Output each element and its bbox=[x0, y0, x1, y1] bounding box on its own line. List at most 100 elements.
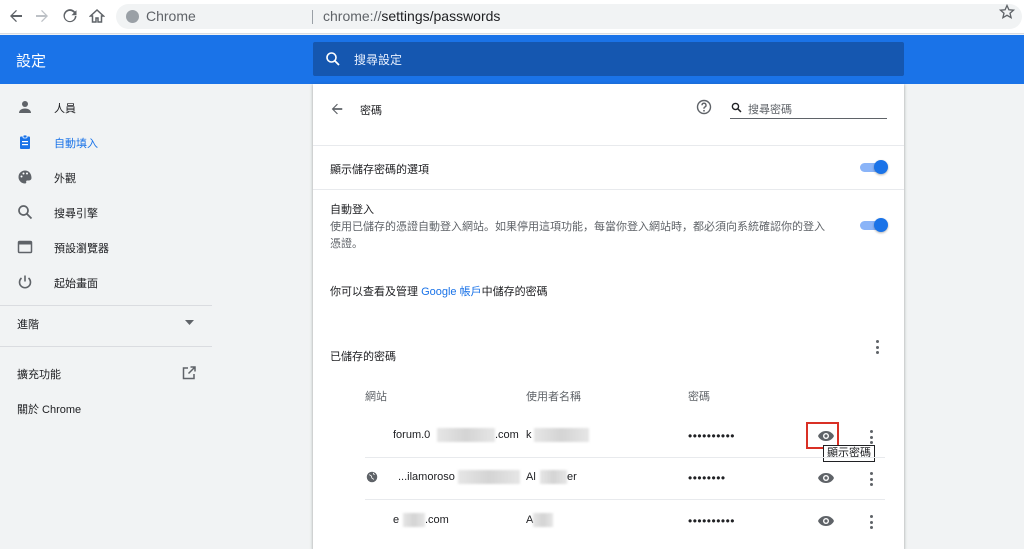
back-arrow-button[interactable] bbox=[330, 102, 344, 121]
clipboard-icon bbox=[20, 134, 30, 149]
address-bar[interactable]: Chrome chrome://settings/passwords bbox=[116, 4, 1022, 29]
sidebar-item-label: 人員 bbox=[54, 103, 76, 115]
blurred-site bbox=[437, 428, 495, 442]
person-icon bbox=[19, 101, 31, 113]
row-menu-button[interactable] bbox=[869, 472, 873, 486]
back-button[interactable] bbox=[6, 6, 26, 26]
help-button[interactable] bbox=[696, 99, 712, 120]
sidebar-item-about[interactable]: 關於 Chrome bbox=[0, 391, 212, 425]
star-icon bbox=[998, 3, 1016, 20]
site-url-start: ...ilamoroso bbox=[398, 471, 455, 483]
url-text: chrome://settings/passwords bbox=[323, 4, 500, 29]
page-title: 設定 bbox=[16, 53, 47, 70]
sidebar: 人員 自動填入 外觀 搜尋引擎 預設瀏覽器 起始畫面 進階 擴充功能 關於 Ch… bbox=[0, 84, 212, 549]
auto-signin-title: 自動登入 bbox=[330, 204, 374, 216]
saved-passwords-heading: 已儲存的密碼 bbox=[330, 351, 396, 363]
site-url-start: forum.0 bbox=[393, 429, 431, 441]
browser-icon bbox=[17, 240, 33, 254]
site-url-start: e bbox=[393, 514, 400, 526]
eye-icon[interactable] bbox=[817, 472, 835, 484]
row-divider bbox=[313, 189, 904, 190]
open-in-new-icon bbox=[182, 366, 196, 380]
saved-passwords-menu-button[interactable] bbox=[875, 340, 879, 354]
row-divider bbox=[365, 457, 885, 458]
site-url-end: .com bbox=[425, 514, 449, 526]
google-account-link[interactable]: Google 帳戶 bbox=[421, 286, 482, 298]
sidebar-item-search-engine[interactable]: 搜尋引擎 bbox=[0, 195, 212, 229]
sidebar-item-on-startup[interactable]: 起始畫面 bbox=[0, 265, 212, 299]
password-masked: •••••••••• bbox=[688, 429, 736, 443]
auto-signin-toggle[interactable] bbox=[860, 218, 888, 232]
sidebar-item-extensions[interactable]: 擴充功能 bbox=[0, 356, 212, 390]
reload-button[interactable] bbox=[60, 6, 80, 26]
sidebar-item-people[interactable]: 人員 bbox=[0, 90, 212, 124]
search-icon bbox=[18, 205, 33, 220]
omnibox-separator bbox=[312, 10, 313, 24]
password-masked: •••••••••• bbox=[688, 514, 736, 528]
search-placeholder: 搜尋設定 bbox=[354, 53, 403, 67]
auto-signin-description: 使用已儲存的憑證自動登入網站。如果停用這項功能，每當你登入網站時，都必須向系統確… bbox=[330, 221, 825, 233]
sidebar-item-default-browser[interactable]: 預設瀏覽器 bbox=[0, 230, 212, 264]
username-start: k bbox=[526, 429, 532, 441]
chrome-site-icon bbox=[126, 10, 139, 23]
password-masked: •••••••• bbox=[688, 471, 726, 485]
home-button[interactable] bbox=[87, 6, 107, 26]
blurred-username bbox=[534, 428, 589, 442]
password-search-input[interactable]: 搜尋密碼 bbox=[730, 100, 887, 119]
subpage-title: 密碼 bbox=[360, 105, 382, 117]
sidebar-advanced-toggle[interactable]: 進階 bbox=[0, 306, 212, 340]
home-icon bbox=[89, 8, 105, 23]
reload-icon bbox=[63, 9, 77, 23]
password-search-placeholder: 搜尋密碼 bbox=[748, 104, 792, 116]
back-arrow-icon bbox=[10, 10, 22, 22]
browser-toolbar: Chrome chrome://settings/passwords bbox=[0, 0, 1024, 34]
forward-button[interactable] bbox=[32, 6, 52, 26]
row-menu-button[interactable] bbox=[869, 515, 873, 529]
site-url-end: .com bbox=[495, 429, 519, 441]
blurred-username bbox=[540, 470, 567, 484]
search-icon bbox=[731, 102, 742, 113]
sidebar-item-label: 自動填入 bbox=[54, 138, 98, 150]
passwords-card: 密碼 搜尋密碼 顯示儲存密碼的選項 自動登入 使用已儲存的憑證自動登入網站。如果… bbox=[313, 84, 904, 549]
row-divider bbox=[313, 145, 904, 146]
blurred-username bbox=[533, 513, 553, 527]
power-icon bbox=[18, 275, 32, 289]
sidebar-item-label: 搜尋引擎 bbox=[54, 208, 98, 220]
toggle-knob bbox=[874, 218, 888, 232]
auto-signin-description-cont: 憑證。 bbox=[330, 238, 363, 250]
column-header-password: 密碼 bbox=[688, 391, 710, 403]
settings-header: 設定 搜尋設定 bbox=[0, 35, 1024, 84]
url-path: settings/passwords bbox=[381, 8, 501, 24]
row-divider bbox=[365, 499, 885, 500]
blurred-site bbox=[458, 470, 520, 484]
settings-search-input[interactable]: 搜尋設定 bbox=[313, 42, 904, 76]
sidebar-divider bbox=[0, 346, 212, 347]
eye-icon[interactable] bbox=[817, 515, 835, 527]
site-name: Chrome bbox=[146, 8, 196, 24]
blurred-site bbox=[403, 513, 425, 527]
sidebar-item-label: 擴充功能 bbox=[17, 369, 61, 381]
dropdown-arrow-icon bbox=[185, 320, 194, 325]
sidebar-item-autofill[interactable]: 自動填入 bbox=[0, 125, 212, 159]
sidebar-item-appearance[interactable]: 外觀 bbox=[0, 160, 212, 194]
google-account-text: 你可以查看及管理 Google 帳戶中儲存的密碼 bbox=[330, 283, 548, 299]
offer-save-label: 顯示儲存密碼的選項 bbox=[330, 164, 429, 176]
google-account-prefix: 你可以查看及管理 bbox=[330, 286, 418, 298]
offer-save-toggle[interactable] bbox=[860, 160, 888, 174]
back-arrow-icon bbox=[331, 103, 343, 115]
sidebar-advanced-label: 進階 bbox=[17, 319, 39, 331]
search-icon bbox=[326, 52, 340, 66]
bookmark-button[interactable] bbox=[998, 3, 1016, 26]
forward-arrow-icon bbox=[36, 10, 48, 22]
username-end: er bbox=[567, 471, 577, 483]
column-header-site: 網站 bbox=[365, 391, 387, 403]
help-icon bbox=[696, 99, 712, 115]
globe-icon bbox=[366, 471, 378, 483]
row-menu-button[interactable] bbox=[869, 430, 873, 444]
column-header-username: 使用者名稱 bbox=[526, 391, 581, 403]
username-start: Al bbox=[526, 471, 536, 483]
toggle-knob bbox=[874, 160, 888, 174]
show-password-tooltip: 顯示密碼 bbox=[823, 445, 875, 462]
sidebar-item-label: 預設瀏覽器 bbox=[54, 243, 109, 255]
sidebar-item-label: 起始畫面 bbox=[54, 278, 98, 290]
